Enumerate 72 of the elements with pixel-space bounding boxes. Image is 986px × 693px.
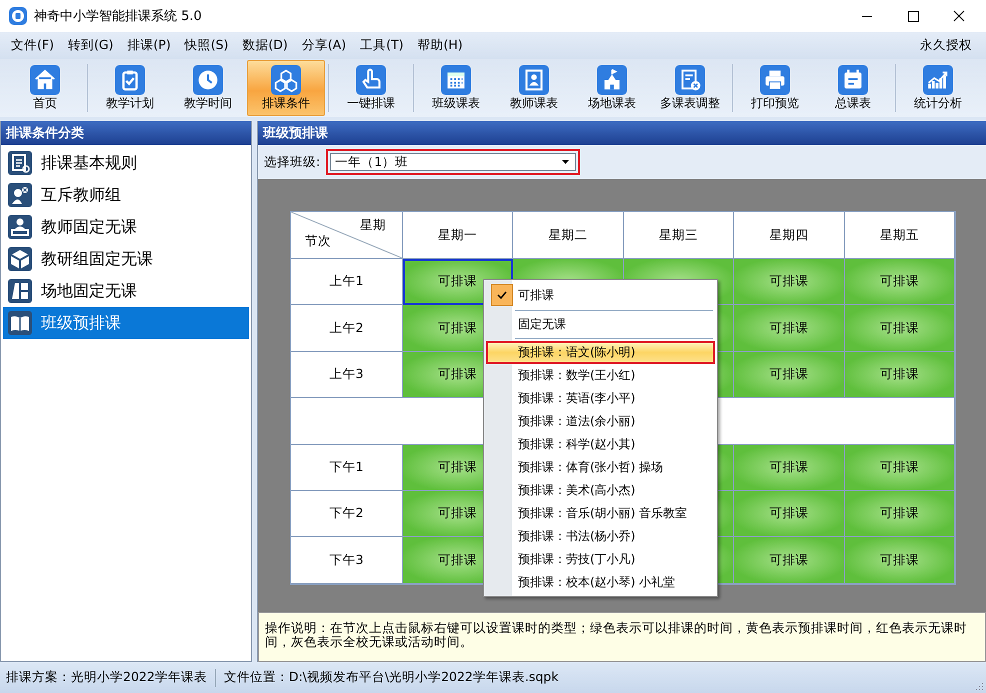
toolbar-button[interactable]: 教学计划 <box>91 60 169 116</box>
timetable-cell[interactable]: 可排课 <box>844 352 955 398</box>
toolbar-icon <box>674 65 706 95</box>
toolbar-button[interactable]: 场地课表 <box>573 60 651 116</box>
sidebar-item[interactable]: 排课基本规则 <box>3 147 249 179</box>
timetable-cell[interactable]: 可排课 <box>734 259 845 306</box>
status-text: 排课方案：光明小学2022学年课表 <box>6 669 207 686</box>
toolbar-icon <box>29 65 61 95</box>
toolbar-button[interactable]: 统计分析 <box>899 60 977 116</box>
sidebar-item[interactable]: 教研组固定无课 <box>3 243 249 275</box>
instructions-text: 操作说明：在节次上点击鼠标右键可以设置课时的类型；绿色表示可以排课的时间，黄色表示预排课时间，红色表示无课时间，灰色表示全校无课或活动时间。 <box>258 612 986 662</box>
timetable-cell[interactable]: 可排课 <box>734 490 845 538</box>
timetable-cell[interactable]: 可排课 <box>734 537 845 584</box>
sidebar-item[interactable]: 互斥教师组 <box>3 179 249 211</box>
toolbar-icon <box>355 65 387 95</box>
license-label: 永久授权 <box>920 37 972 54</box>
toolbar-button[interactable]: 打印预览 <box>736 60 814 116</box>
toolbar-button[interactable]: 排课条件 <box>247 60 325 116</box>
context-menu-item[interactable]: 预排课：语文(陈小明) <box>486 341 715 364</box>
category-icon <box>8 279 32 303</box>
menu-item[interactable]: 文件(F) <box>4 37 61 54</box>
timetable-cell[interactable]: 可排课 <box>844 444 955 491</box>
weekday-axis-label: 星期 <box>360 217 386 234</box>
toolbar-icon <box>518 65 550 95</box>
dropdown-arrow-icon <box>562 160 570 164</box>
menu-item[interactable]: 工具(T) <box>353 37 410 54</box>
timetable-cell[interactable]: 可排课 <box>844 490 955 538</box>
category-icon <box>8 151 32 175</box>
sidebar-item[interactable]: 场地固定无课 <box>3 275 249 307</box>
category-icon <box>8 311 32 335</box>
timetable-cell[interactable]: 可排课 <box>734 305 845 352</box>
toolbar-icon <box>759 65 791 95</box>
sidebar-item[interactable]: 班级预排课 <box>3 307 249 339</box>
menu-item[interactable]: 数据(D) <box>235 37 295 54</box>
timetable-cell[interactable]: 可排课 <box>844 537 955 584</box>
app-logo-icon <box>8 6 28 26</box>
menu-item[interactable]: 转到(G) <box>60 37 120 54</box>
window-title: 神奇中小学智能排课系统 5.0 <box>34 8 203 25</box>
toolbar-button[interactable]: 首页 <box>6 60 84 116</box>
toolbar-button[interactable]: 总课表 <box>814 60 892 116</box>
timetable-cell[interactable]: 可排课 <box>844 259 955 306</box>
toolbar-icon <box>596 65 628 95</box>
toolbar-icon <box>922 65 954 95</box>
resize-grip-icon[interactable] <box>974 681 984 691</box>
context-menu-item[interactable]: 预排课：道法(余小丽) <box>486 410 715 433</box>
category-icon <box>8 215 32 239</box>
class-dropdown[interactable]: 一年（1）班 <box>330 153 576 171</box>
toolbar-button[interactable]: 教师课表 <box>495 60 573 116</box>
toolbar-button[interactable]: 一键排课 <box>332 60 410 116</box>
status-text: 文件位置：D:\视频发布平台\光明小学2022学年课表.sqpk <box>224 669 558 686</box>
toolbar-icon <box>114 65 146 95</box>
toolbar-button[interactable]: 多课表调整 <box>651 60 729 116</box>
timetable-cell[interactable]: 可排课 <box>734 352 845 398</box>
timetable-cell[interactable]: 可排课 <box>844 305 955 352</box>
sidebar-item[interactable]: 教师固定无课 <box>3 211 249 243</box>
panel-header: 班级预排课 <box>258 121 986 145</box>
toolbar-icon <box>192 65 224 95</box>
menu-item[interactable]: 快照(S) <box>178 37 236 54</box>
panel-header: 排课条件分类 <box>1 121 251 145</box>
class-label: 选择班级: <box>264 154 320 170</box>
menu-item[interactable]: 分享(A) <box>294 37 354 54</box>
menu-item[interactable]: 帮助(H) <box>410 37 470 54</box>
menu-item[interactable]: 排课(P) <box>120 37 178 54</box>
toolbar-button[interactable]: 教学时间 <box>169 60 247 116</box>
toolbar-icon <box>837 65 869 95</box>
timetable-cell[interactable]: 可排课 <box>734 444 845 491</box>
category-icon <box>8 247 32 271</box>
toolbar-icon <box>440 65 472 95</box>
period-axis-label: 节次 <box>305 233 331 250</box>
toolbar-icon <box>270 65 302 95</box>
category-icon <box>8 183 32 207</box>
toolbar-button[interactable]: 班级课表 <box>417 60 495 116</box>
